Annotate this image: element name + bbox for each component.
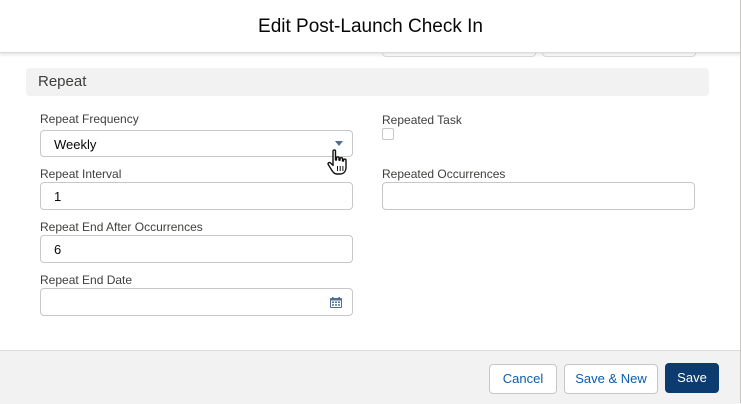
repeat-end-after-occurrences-value: 6 <box>54 242 62 257</box>
previous-section-input[interactable] <box>382 53 536 57</box>
repeat-interval-input[interactable]: 1 <box>40 182 353 210</box>
repeated-occurrences-input[interactable] <box>382 182 695 210</box>
previous-section-input[interactable] <box>542 53 696 57</box>
modal-title: Edit Post-Launch Check In <box>258 16 483 37</box>
cancel-button[interactable]: Cancel <box>489 364 557 394</box>
hand-pointer-icon <box>327 149 347 175</box>
repeat-end-date-input[interactable] <box>40 288 353 316</box>
repeated-task-checkbox[interactable] <box>382 128 394 140</box>
modal-body[interactable]: Repeat Repeat Frequency Weekly Repeated … <box>0 53 741 350</box>
chevron-down-icon <box>335 141 343 146</box>
save-and-new-button[interactable]: Save & New <box>564 364 658 394</box>
repeated-task-label: Repeated Task <box>382 113 462 127</box>
repeat-end-after-occurrences-label: Repeat End After Occurrences <box>40 220 203 234</box>
section-header-repeat[interactable]: Repeat <box>26 68 709 96</box>
repeat-end-after-occurrences-input[interactable]: 6 <box>40 235 353 263</box>
modal-footer: Cancel Save & New Save <box>0 350 741 404</box>
calendar-icon[interactable] <box>330 297 342 308</box>
repeat-frequency-value: Weekly <box>54 137 97 152</box>
repeat-interval-value: 1 <box>54 189 62 204</box>
repeat-frequency-label: Repeat Frequency <box>40 112 139 126</box>
repeat-interval-label: Repeat Interval <box>40 167 122 181</box>
repeat-end-date-label: Repeat End Date <box>40 273 133 287</box>
repeat-frequency-select[interactable]: Weekly <box>40 130 353 157</box>
modal-header: Edit Post-Launch Check In <box>0 0 741 53</box>
repeated-occurrences-label: Repeated Occurrences <box>382 167 506 181</box>
section-title: Repeat <box>38 73 87 90</box>
save-button[interactable]: Save <box>665 363 719 393</box>
